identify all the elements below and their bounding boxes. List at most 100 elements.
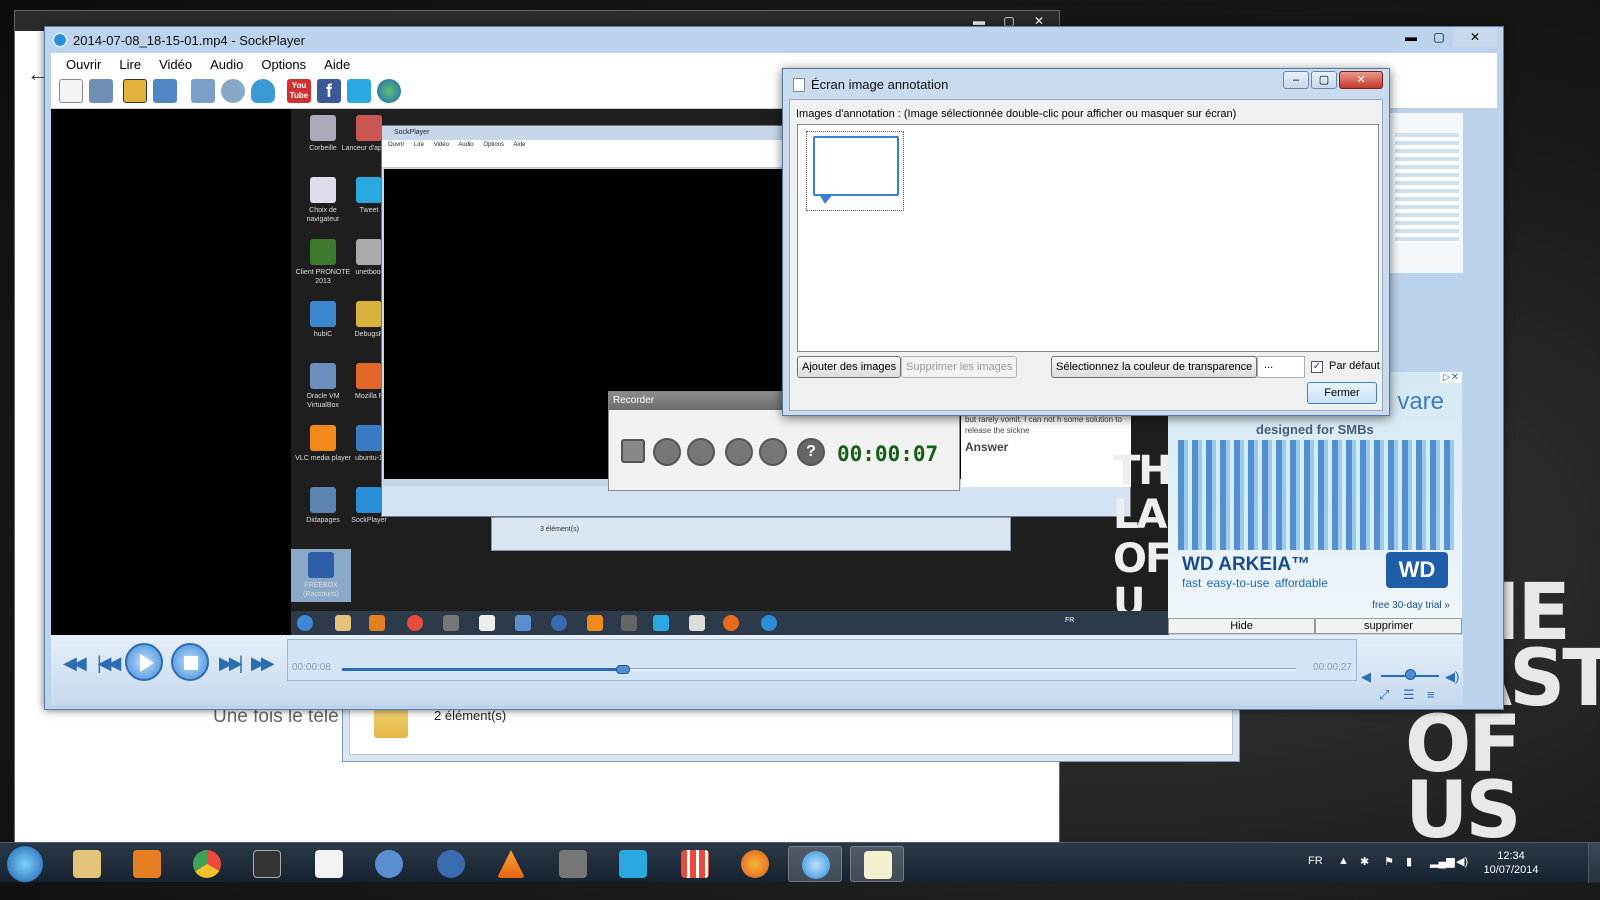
mute-icon[interactable]: ◀: [1361, 669, 1371, 685]
volume-thumb[interactable]: [1405, 669, 1416, 680]
rewind-icon[interactable]: ◀◀: [63, 653, 87, 674]
stop-icon[interactable]: [687, 438, 715, 466]
network-icon[interactable]: ▂▄▆: [1430, 855, 1455, 868]
add-images-button[interactable]: Ajouter des images: [797, 356, 902, 378]
seek-slider[interactable]: [342, 665, 1296, 674]
annotation-images-label: Images d'annotation : (Image sélectionné…: [796, 108, 1237, 120]
show-desktop-button[interactable]: [1588, 843, 1600, 883]
open-folder-icon[interactable]: [89, 79, 113, 103]
taskbar-sockplayer[interactable]: [788, 846, 842, 882]
action-center-icon[interactable]: ⚑: [1384, 855, 1394, 868]
close-dialog-button[interactable]: Fermer: [1307, 382, 1377, 404]
transparency-color-field[interactable]: ...: [1257, 356, 1305, 378]
nested-explorer: 3 élément(s): [491, 517, 1011, 551]
taskbar-gimp[interactable]: [546, 846, 600, 882]
taskbar-thunderbird[interactable]: [362, 846, 416, 882]
volume-icon[interactable]: ◀): [1456, 855, 1468, 868]
taskbar-inkscape[interactable]: [240, 846, 294, 882]
ad-hide-button[interactable]: Hide: [1168, 618, 1315, 634]
record-icon[interactable]: [653, 438, 681, 466]
explorer-status: 2 élément(s): [434, 708, 507, 723]
fullscreen-icon[interactable]: ⤢: [1379, 687, 1389, 703]
webcam-icon[interactable]: [221, 79, 245, 103]
remove-images-button[interactable]: Supprimer les images: [901, 356, 1018, 378]
tray-expand-icon[interactable]: ▲: [1338, 855, 1349, 867]
volume-max-icon[interactable]: ◀): [1445, 669, 1459, 685]
background-webpage-strip: [1389, 113, 1463, 273]
taskbar-vlc[interactable]: [484, 846, 538, 882]
annotation-image-list[interactable]: [797, 124, 1379, 352]
new-file-icon[interactable]: [59, 79, 83, 103]
clock[interactable]: 12:34 10/07/2014: [1476, 849, 1546, 877]
menu-video[interactable]: Vidéo: [150, 53, 201, 75]
taskbar-launcher[interactable]: [668, 846, 722, 882]
dialog-close-button[interactable]: ✕: [1339, 71, 1383, 89]
firefox-icon: [741, 850, 769, 878]
playlist-icon[interactable]: ☰: [1403, 687, 1415, 703]
menu-lire[interactable]: Lire: [110, 53, 150, 75]
dialog-maximize-button[interactable]: ▢: [1311, 71, 1337, 89]
seek-thumb[interactable]: [616, 665, 631, 674]
youtube-icon[interactable]: You Tube: [287, 79, 311, 103]
taskbar: FR ▲ ✱ ⚑ ▮ ▂▄▆ ◀) 12:34 10/07/2014: [0, 842, 1600, 883]
language-indicator[interactable]: FR: [1308, 855, 1323, 867]
taskbar-firefox[interactable]: [728, 846, 782, 882]
screen-record-icon[interactable]: [191, 79, 215, 103]
menu-ouvrir[interactable]: Ouvrir: [57, 53, 110, 75]
select-transparency-color-button[interactable]: Sélectionnez la couleur de transparence: [1051, 356, 1258, 378]
eclipse-icon: [437, 850, 465, 878]
play-button[interactable]: [125, 643, 163, 681]
menu-audio[interactable]: Audio: [201, 53, 252, 75]
taskbar-media-player[interactable]: [120, 846, 174, 882]
ad-remove-button[interactable]: supprimer: [1315, 618, 1462, 634]
default-checkbox[interactable]: ✓: [1311, 361, 1323, 373]
media-player-icon: [133, 850, 161, 878]
taskbar-annotation[interactable]: [850, 846, 904, 882]
capture-icon[interactable]: [123, 79, 147, 103]
sockplayer-titlebar[interactable]: 2014-07-08_18-15-01.mp4 - SockPlayer ▬ ▢…: [45, 27, 1503, 53]
nested-wallpaper-title: THE LAS OF U: [1113, 448, 1169, 626]
help-icon[interactable]: ?: [797, 438, 825, 466]
file-icon[interactable]: [621, 439, 645, 463]
menu-options[interactable]: Options: [252, 53, 315, 75]
dialog-title: Écran image annotation: [811, 77, 949, 92]
annotation-thumbnail[interactable]: [806, 131, 904, 211]
settings-icon[interactable]: ≡: [1427, 687, 1435, 702]
taskbar-notepad[interactable]: [302, 846, 356, 882]
dropbox-icon[interactable]: ✱: [1360, 855, 1369, 868]
battery-icon[interactable]: ▮: [1406, 855, 1412, 868]
maximize-button[interactable]: ▢: [1425, 27, 1453, 47]
inkscape-icon: [253, 850, 281, 878]
annotation-dialog: Écran image annotation – ▢ ✕ Images d'an…: [782, 68, 1390, 416]
next-icon[interactable]: ▶▶|: [219, 653, 243, 674]
folder-icon[interactable]: [759, 438, 787, 466]
player-controls: ◀◀ |◀◀ ▶▶| ▶▶ 00:00:08 00:00:27 ◀ ◀) ⤢ ☰…: [51, 635, 1463, 705]
fast-forward-icon[interactable]: ▶▶: [251, 653, 275, 674]
elapsed-time: 00:00:08: [292, 662, 331, 673]
sockplayer-icon: [802, 851, 830, 879]
nested-taskbar: FR: [291, 611, 1169, 635]
close-button[interactable]: ✕: [1453, 27, 1497, 47]
gimp-icon: [559, 850, 587, 878]
twitter-icon[interactable]: [347, 79, 371, 103]
screenshot-icon[interactable]: [153, 79, 177, 103]
taskbar-explorer[interactable]: [60, 846, 114, 882]
ad-artwork: [1178, 440, 1454, 550]
dialog-minimize-button[interactable]: –: [1283, 71, 1309, 89]
stop-button[interactable]: [171, 643, 209, 681]
menu-aide[interactable]: Aide: [315, 53, 359, 75]
annotation-icon[interactable]: [725, 438, 753, 466]
facebook-icon[interactable]: f: [317, 79, 341, 103]
taskbar-twitter[interactable]: [606, 846, 660, 882]
total-time: 00:00:27: [1313, 662, 1352, 673]
desktop-icon: FREEBOX (Raccourci): [291, 549, 351, 602]
notepad-icon: [315, 850, 343, 878]
taskbar-chrome[interactable]: [180, 846, 234, 882]
previous-icon[interactable]: |◀◀: [97, 653, 121, 674]
minimize-button[interactable]: ▬: [1397, 27, 1425, 47]
start-button[interactable]: [6, 845, 44, 883]
ad-close-icon[interactable]: ▷✕: [1439, 372, 1462, 383]
microphone-icon[interactable]: [251, 79, 275, 103]
web-globe-icon[interactable]: [377, 79, 401, 103]
taskbar-eclipse[interactable]: [424, 846, 478, 882]
